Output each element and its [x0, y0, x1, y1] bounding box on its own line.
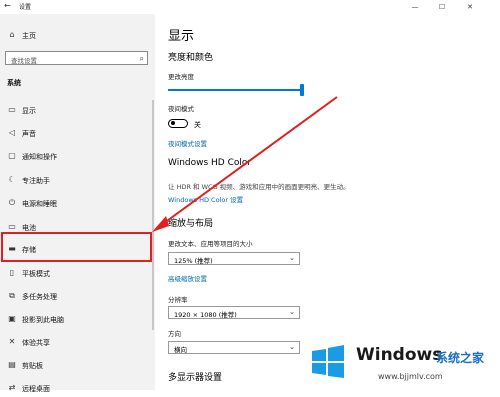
watermark-url: www.bjjmlv.com [378, 372, 443, 381]
annotation-arrow [152, 96, 338, 232]
windows-logo-icon [312, 345, 344, 378]
watermark-brand: Windows [356, 345, 443, 365]
watermark: Windows 系统之家 www.bjjmlv.com [308, 335, 500, 390]
watermark-cn: 系统之家 [436, 351, 485, 365]
